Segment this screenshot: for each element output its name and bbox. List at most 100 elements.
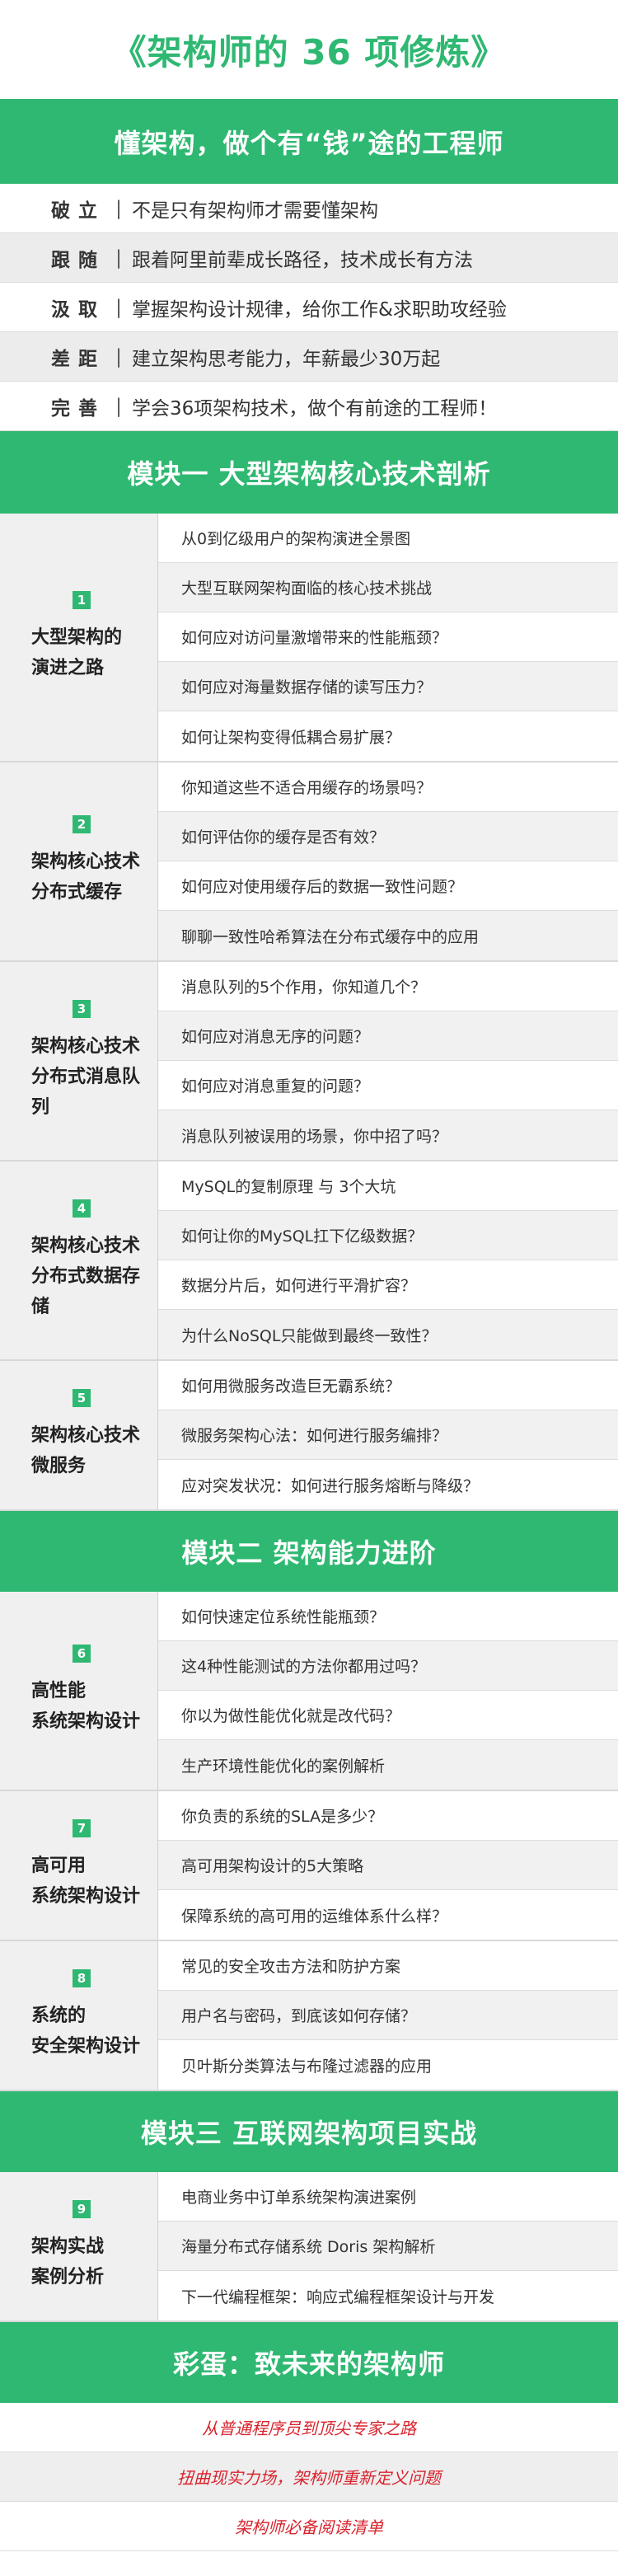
section-label: 1 大型架构的 演进之路 — [0, 514, 158, 761]
section-number-badge: 7 — [73, 1819, 91, 1837]
module-section: 8 系统的 安全架构设计 常见的安全攻击方法和防护方案 用户名与密码，到底该如何存储？ 贝… — [0, 1941, 618, 2091]
section-topics: 从0到亿级用户的架构演进全景图 大型互联网架构面临的核心技术挑战 如何应对访问量激增… — [158, 514, 618, 761]
intro-text: 跟着阿里前辈成长路径，技术成长有方法 — [132, 249, 473, 271]
topic-item: 数据分片后，如何进行平滑扩容？ — [158, 1260, 618, 1310]
section-title-line1: 架构核心技术 — [31, 1425, 141, 1446]
intro-key: 差距 — [51, 348, 105, 370]
section-number-badge: 3 — [73, 999, 91, 1018]
section-title-line2: 系统架构设计 — [31, 1711, 141, 1732]
section-title-line2: 分布式数据存储 — [31, 1265, 141, 1317]
topic-item: 如何让你的MySQL扛下亿级数据？ — [158, 1211, 618, 1260]
topic-item: 如何用微服务改造巨无霸系统？ — [158, 1361, 618, 1410]
topic-item: 如何应对访问量激增带来的性能瓶颈？ — [158, 612, 618, 662]
bonus-list: 从普通程序员到顶尖专家之路 扭曲现实力场，架构师重新定义问题 架构师必备阅读清单 — [0, 2403, 618, 2551]
section-label: 7 高可用系统架构设计 — [0, 1791, 158, 1940]
intro-text: 学会36项架构技术，做个有前途的工程师！ — [132, 397, 498, 420]
intro-row: 完善 | 学会36项架构技术，做个有前途的工程师！ — [0, 382, 618, 431]
intro-key: 跟随 — [51, 249, 105, 271]
bonus-item: 扭曲现实力场，架构师重新定义问题 — [0, 2452, 618, 2502]
intro-key: 破立 — [51, 199, 105, 222]
section-title-line2: 系统架构设计 — [31, 1886, 141, 1907]
section-label: 9 架构实战案例分析 — [0, 2172, 158, 2320]
topic-item: 下一代编程框架：响应式编程框架设计与开发 — [181, 2287, 495, 2306]
intro-row: 汲取 | 掌握架构设计规律，给你工作&求职助攻经验 — [0, 283, 618, 332]
topic-item: 你知道这些不适合用缓存的场景吗？ — [158, 762, 618, 812]
separator: | — [115, 246, 122, 269]
topic-item: MySQL的复制原理 与 3个大坑 — [158, 1161, 618, 1211]
separator: | — [115, 345, 122, 368]
section-title-line1: 架构核心技术 — [31, 1235, 141, 1256]
section-label: 2 架构核心技术 分布式缓存 — [0, 762, 158, 960]
section-title-line1: 高可用 — [31, 1856, 87, 1876]
topic-item: 消息队列被误用的场景，你中招了吗？ — [158, 1110, 618, 1160]
intro-key: 汲取 — [51, 298, 105, 321]
module-section: 1 大型架构的 演进之路 从0到亿级用户的架构演进全景图 大型互联网架构面临的核心技术挑… — [0, 514, 618, 762]
section-number-badge: 6 — [73, 1645, 91, 1663]
section-title-line1: 架构核心技术 — [31, 852, 141, 872]
module-section: 6 高性能 系统架构设计 如何快速定位系统性能瓶颈？ 这4种性能测试的方法你都用过吗？你… — [0, 1592, 618, 1791]
intro-row: 差距 | 建立架构思考能力，年薪最少30万起 — [0, 332, 618, 382]
bonus-item: 架构师必备阅读清单 — [0, 2502, 618, 2551]
section-topics: 你负责的系统的SLA是多少？ 高可用架构设计的5大策略 保障系统的高可用的运维体系什… — [158, 1791, 618, 1940]
topic-item: 如何应对消息无序的问题？ — [158, 1011, 618, 1061]
module-banner: 模块一 大型架构核心技术剖析 — [0, 431, 618, 514]
section-topics: 如何快速定位系统性能瓶颈？ 这4种性能测试的方法你都用过吗？ 你以为做性能优化就是改… — [158, 1592, 618, 1790]
separator: | — [115, 395, 122, 417]
section-topics: 电商业务中订单系统架构演进案例 海量分布式存储系统 Doris 架构解析下一代编程… — [158, 2172, 618, 2320]
module-section: 2 架构核心技术 分布式缓存 你知道这些不适合用缓存的场景吗？ 如何评估你的缓存是否有效… — [0, 762, 618, 962]
topic-item: 消息队列的5个作用，你知道几个？ — [158, 962, 618, 1011]
topic-item: 海量分布式存储系统 Doris 架构解析 — [158, 2222, 618, 2271]
topic-item: 电商业务中订单系统架构演进案例 — [158, 2172, 618, 2222]
module-section: 4 架构核心技术 分布式数据存储 MySQL的复制原理 与 3个大坑 如何让你的MySQ… — [0, 1161, 618, 1361]
modules-container: 模块一 大型架构核心技术剖析 1 大型架构的 演进之路 从0到亿级用户的架构演进全景图大… — [0, 431, 618, 2322]
topic-item: 如何应对消息重复的问题？ — [158, 1061, 618, 1110]
topic-item: 保障系统的高可用的运维体系什么样？ — [181, 1907, 448, 1926]
section-title-line1: 系统的 — [31, 2006, 87, 2026]
section-title-line2: 分布式缓存 — [31, 882, 123, 903]
section-number-badge: 9 — [73, 2200, 91, 2218]
topic-item: 常见的安全攻击方法和防护方案 — [158, 1941, 618, 1991]
section-title-line1: 大型架构的 — [31, 627, 123, 648]
section-label: 6 高性能系统架构设计 — [0, 1592, 158, 1790]
section-number-badge: 5 — [73, 1389, 91, 1407]
topic-item: 聊聊一致性哈希算法在分布式缓存中的应用 — [158, 911, 618, 960]
module-section: 5 架构核心技术 微服务 如何用微服务改造巨无霸系统？ 微服务架构心法：如何进行服务编排… — [0, 1361, 618, 1511]
section-number-badge: 2 — [73, 815, 91, 833]
section-title-line2: 案例分析 — [31, 2267, 105, 2287]
topic-item: 为什么NoSQL只能做到最终一致性？ — [158, 1310, 618, 1359]
course-page: 《架构师的 36 项修炼》 懂架构，做个有“钱”途的工程师 破立 | 不是只有架构师… — [0, 0, 618, 2576]
intro-text: 掌握架构设计规律，给你工作&求职助攻经验 — [132, 298, 507, 321]
intro-key: 完善 — [51, 397, 105, 420]
section-label: 3 架构核心技术 分布式消息队列 — [0, 962, 158, 1160]
topic-item: 你以为做性能优化就是改代码？ — [158, 1691, 618, 1740]
topic-item: 如何应对使用缓存后的数据一致性问题？ — [158, 861, 618, 911]
section-topics: 你知道这些不适合用缓存的场景吗？ 如何评估你的缓存是否有效？ 如何应对使用缓存后的数… — [158, 762, 618, 960]
topic-item: 应对突发状况：如何进行服务熔断与降级？ — [181, 1476, 480, 1495]
topic-item: 这4种性能测试的方法你都用过吗？ — [158, 1641, 618, 1691]
topic-item: 大型互联网架构面临的核心技术挑战 — [158, 563, 618, 612]
module-section: 9 架构实战案例分析 电商业务中订单系统架构演进案例 海量分布式存储系统 Doris … — [0, 2172, 618, 2322]
topic-item: 如何让架构变得低耦合易扩展？ — [181, 728, 401, 747]
intro-row: 跟随 | 跟着阿里前辈成长路径，技术成长有方法 — [0, 233, 618, 283]
intro-text: 不是只有架构师才需要懂架构 — [132, 199, 378, 222]
module-section: 7 高可用系统架构设计 你负责的系统的SLA是多少？ 高可用架构设计的5大策略 保障系统… — [0, 1791, 618, 1941]
section-title-line1: 架构核心技术 — [31, 1035, 141, 1057]
module-banner: 模块三 互联网架构项目实战 — [0, 2091, 618, 2172]
section-title-line2: 微服务 — [31, 1456, 87, 1476]
topic-item: 你负责的系统的SLA是多少？ — [158, 1791, 618, 1841]
page-title: 《架构师的 36 项修炼》 — [111, 31, 507, 73]
topic-item: 从0到亿级用户的架构演进全景图 — [158, 514, 618, 563]
section-label: 4 架构核心技术 分布式数据存储 — [0, 1161, 158, 1359]
section-label: 5 架构核心技术 微服务 — [0, 1361, 158, 1509]
section-title-line1: 高性能 — [31, 1681, 87, 1701]
section-number-badge: 1 — [73, 591, 91, 609]
section-title-line1: 架构实战 — [31, 2236, 105, 2257]
bonus-banner: 彩蛋：致未来的架构师 — [0, 2322, 618, 2403]
topic-item: 如何评估你的缓存是否有效？ — [158, 812, 618, 861]
intro-row: 破立 | 不是只有架构师才需要懂架构 — [0, 184, 618, 233]
topic-item: 如何应对海量数据存储的读写压力？ — [158, 662, 618, 711]
separator: | — [115, 296, 122, 318]
section-topics: MySQL的复制原理 与 3个大坑 如何让你的MySQL扛下亿级数据？ 数据分片后，… — [158, 1161, 618, 1359]
topic-item: 如何快速定位系统性能瓶颈？ — [158, 1592, 618, 1641]
topic-item: 用户名与密码，到底该如何存储？ — [158, 1991, 618, 2040]
